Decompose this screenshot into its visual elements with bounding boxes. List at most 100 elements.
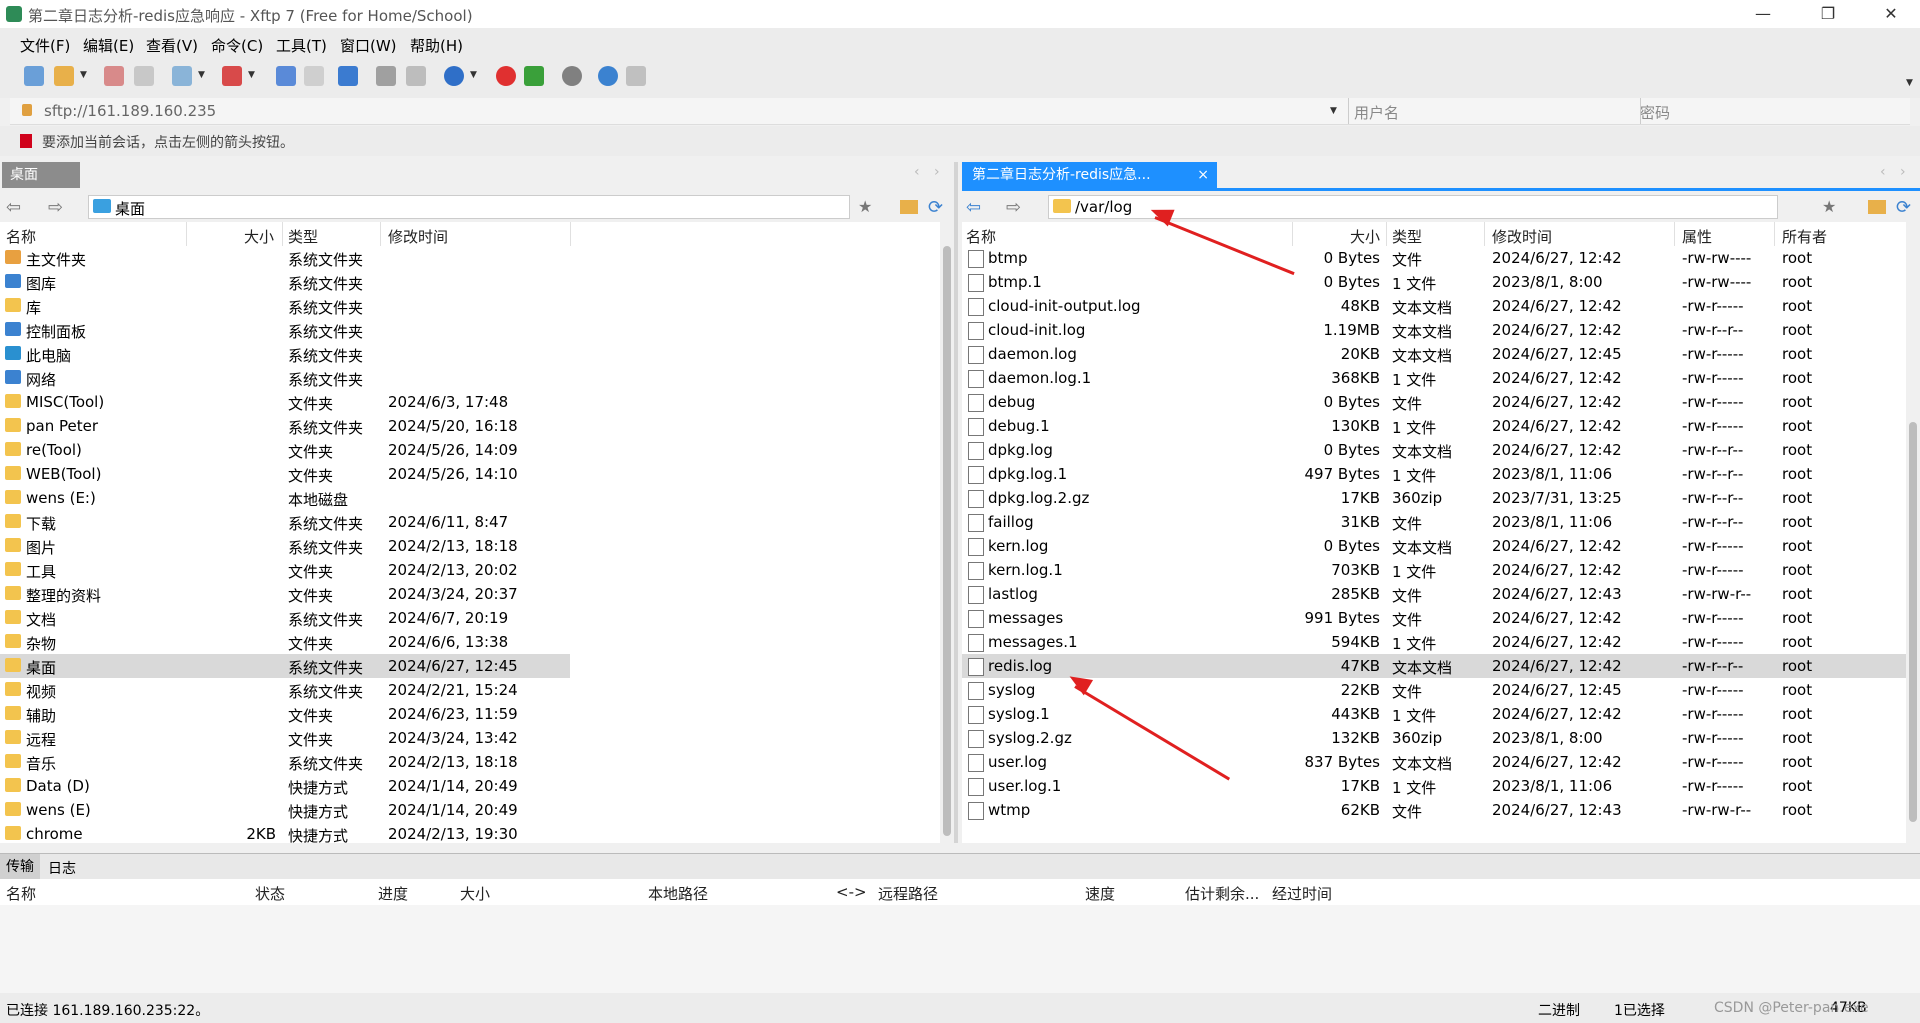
right-row[interactable]: cloud-init.log 1.19MB 文本文档 2024/6/27, 12:42… (962, 318, 1906, 342)
col-modified[interactable]: 修改时间 (388, 226, 448, 247)
col-attributes[interactable]: 属性 (1682, 226, 1712, 247)
col-size[interactable]: 大小 (1350, 226, 1380, 247)
close-button[interactable]: ✕ (1868, 0, 1914, 28)
right-row[interactable]: debug.1 130KB 1 文件 2024/6/27, 12:42 -rw-r---… (962, 414, 1906, 438)
bookmark-star-icon[interactable]: ★ (858, 197, 872, 216)
right-row[interactable]: messages 991 Bytes 文件 2024/6/27, 12:42 -rw-r… (962, 606, 1906, 630)
col-progress[interactable]: 进度 (378, 883, 408, 904)
sync-icon[interactable] (338, 66, 358, 86)
left-row[interactable]: 远程 文件夹 2024/3/24, 13:42 (0, 726, 940, 750)
open-dropdown-arrow[interactable]: ▼ (80, 70, 87, 80)
host-dropdown-arrow[interactable]: ▼ (1330, 106, 1337, 116)
col-modified[interactable]: 修改时间 (1492, 226, 1552, 247)
col-eta[interactable]: 估计剩余... (1185, 883, 1259, 904)
left-row[interactable]: re(Tool) 文件夹 2024/5/26, 14:09 (0, 438, 940, 462)
tab-scroll-right-icon[interactable]: › (934, 164, 940, 180)
col-size[interactable]: 大小 (244, 226, 274, 247)
username-field[interactable]: 用户名 (1354, 102, 1399, 123)
col-local-path[interactable]: 本地路径 (648, 883, 708, 904)
menu-file[interactable]: 文件(F) (20, 35, 70, 56)
upload-icon[interactable] (276, 66, 296, 86)
col-owner[interactable]: 所有者 (1782, 226, 1827, 247)
right-row[interactable]: cloud-init-output.log 48KB 文本文档 2024/6/27, … (962, 294, 1906, 318)
password-field[interactable]: 密码 (1640, 102, 1670, 123)
right-row[interactable]: messages.1 594KB 1 文件 2024/6/27, 12:42 -rw-r… (962, 630, 1906, 654)
refresh-icon[interactable]: ⟳ (1896, 197, 1911, 218)
tab-log[interactable]: 日志 (48, 858, 76, 878)
menu-edit[interactable]: 编辑(E) (83, 35, 134, 56)
menu-window[interactable]: 窗口(W) (340, 35, 397, 56)
left-row[interactable]: 主文件夹 系统文件夹 (0, 246, 940, 270)
left-row[interactable]: 音乐 系统文件夹 2024/2/13, 18:18 (0, 750, 940, 774)
right-scroll-thumb[interactable] (1909, 422, 1917, 822)
col-name[interactable]: 名称 (966, 226, 996, 247)
tab-transfers[interactable]: 传输 (0, 854, 40, 880)
right-row[interactable]: kern.log 0 Bytes 文本文档 2024/6/27, 12:42 -rw-r… (962, 534, 1906, 558)
right-row[interactable]: daemon.log.1 368KB 1 文件 2024/6/27, 12:42 -rw… (962, 366, 1906, 390)
tab-dropdown-arrow[interactable]: ▼ (198, 70, 205, 80)
col-elapsed[interactable]: 经过时间 (1272, 883, 1332, 904)
parent-folder-icon[interactable] (900, 200, 918, 214)
xftp-icon[interactable] (524, 66, 544, 86)
minimize-button[interactable]: — (1740, 0, 1786, 28)
host-input[interactable]: sftp://161.189.160.235 (44, 102, 216, 120)
left-row[interactable]: MISC(Tool) 文件夹 2024/6/3, 17:48 (0, 390, 940, 414)
right-row[interactable]: redis.log 47KB 文本文档 2024/6/27, 12:42 -rw-r--… (962, 654, 1906, 678)
open-folder-icon[interactable] (54, 66, 74, 86)
right-row[interactable]: user.log.1 17KB 1 文件 2023/8/1, 11:06 -rw-r--… (962, 774, 1906, 798)
left-row[interactable]: 视频 系统文件夹 2024/2/21, 15:24 (0, 678, 940, 702)
right-row[interactable]: dpkg.log.1 497 Bytes 1 文件 2023/8/1, 11:06 -r… (962, 462, 1906, 486)
forward-icon[interactable]: ⇨ (48, 197, 63, 218)
menu-tools[interactable]: 工具(T) (276, 35, 327, 56)
right-row[interactable]: user.log 837 Bytes 文本文档 2024/6/27, 12:42 -rw… (962, 750, 1906, 774)
left-row[interactable]: 辅助 文件夹 2024/6/23, 11:59 (0, 702, 940, 726)
download-icon[interactable] (304, 66, 324, 86)
right-row[interactable]: lastlog 285KB 文件 2024/6/27, 12:43 -rw-rw-r--… (962, 582, 1906, 606)
col-remote-path[interactable]: 远程路径 (878, 883, 938, 904)
refresh-icon[interactable]: ⟳ (928, 197, 943, 218)
new-session-icon[interactable] (24, 66, 44, 86)
restore-button[interactable]: ❐ (1805, 0, 1851, 28)
col-direction[interactable]: <-> (836, 883, 867, 901)
toolbar-overflow-arrow[interactable]: ▼ (1906, 78, 1913, 88)
menu-command[interactable]: 命令(C) (211, 35, 263, 56)
parent-folder-icon[interactable] (1868, 200, 1886, 214)
disconnect-icon[interactable] (104, 66, 124, 86)
col-size[interactable]: 大小 (460, 883, 490, 904)
transfer-dropdown-arrow[interactable]: ▼ (248, 70, 255, 80)
reconnect-icon[interactable] (134, 66, 154, 86)
right-row[interactable]: btmp.1 0 Bytes 1 文件 2023/8/1, 8:00 -rw-rw---… (962, 270, 1906, 294)
left-row[interactable]: 桌面 系统文件夹 2024/6/27, 12:45 (0, 654, 570, 678)
tab-remote-session[interactable]: 第二章日志分析-redis应急... × (962, 162, 1217, 188)
right-row[interactable]: btmp 0 Bytes 文件 2024/6/27, 12:42 -rw-rw---- r… (962, 246, 1906, 270)
col-type[interactable]: 类型 (1392, 226, 1422, 247)
copy-icon[interactable] (376, 66, 396, 86)
tab-scroll-left-icon[interactable]: ‹ (914, 164, 920, 180)
menu-view[interactable]: 查看(V) (146, 35, 198, 56)
col-name[interactable]: 名称 (6, 226, 36, 247)
left-row[interactable]: 图片 系统文件夹 2024/2/13, 18:18 (0, 534, 940, 558)
left-row[interactable]: 工具 文件夹 2024/2/13, 20:02 (0, 558, 940, 582)
left-row[interactable]: 网络 系统文件夹 (0, 366, 940, 390)
col-status[interactable]: 状态 (255, 883, 285, 904)
left-row[interactable]: Data (D) 快捷方式 2024/1/14, 20:49 (0, 774, 940, 798)
left-row[interactable]: wens (E:) 本地磁盘 (0, 486, 940, 510)
tab-close-icon[interactable]: × (1197, 162, 1209, 188)
bookmark-star-icon[interactable]: ★ (1822, 197, 1836, 216)
left-row[interactable]: 库 系统文件夹 (0, 294, 940, 318)
right-row[interactable]: wtmp 62KB 文件 2024/6/27, 12:43 -rw-rw-r-- root (962, 798, 1906, 822)
menu-help[interactable]: 帮助(H) (410, 35, 463, 56)
globe-dropdown-arrow[interactable]: ▼ (470, 70, 477, 80)
left-row[interactable]: 杂物 文件夹 2024/6/6, 13:38 (0, 630, 940, 654)
globe-icon[interactable] (444, 66, 464, 86)
left-row[interactable]: 整理的资料 文件夹 2024/3/24, 20:37 (0, 582, 940, 606)
right-scrollbar[interactable] (1906, 222, 1920, 843)
right-row[interactable]: daemon.log 20KB 文本文档 2024/6/27, 12:45 -rw-r-… (962, 342, 1906, 366)
help-icon[interactable] (598, 66, 618, 86)
transfer-mode-status[interactable]: 二进制 (1538, 1000, 1580, 1020)
left-scrollbar[interactable] (940, 222, 954, 843)
left-row[interactable]: chrome 2KB 快捷方式 2024/2/13, 19:30 (0, 822, 940, 843)
tab-scroll-right-icon[interactable]: › (1900, 164, 1906, 180)
col-name[interactable]: 名称 (6, 883, 36, 904)
left-path-input[interactable]: 桌面 (88, 195, 850, 219)
